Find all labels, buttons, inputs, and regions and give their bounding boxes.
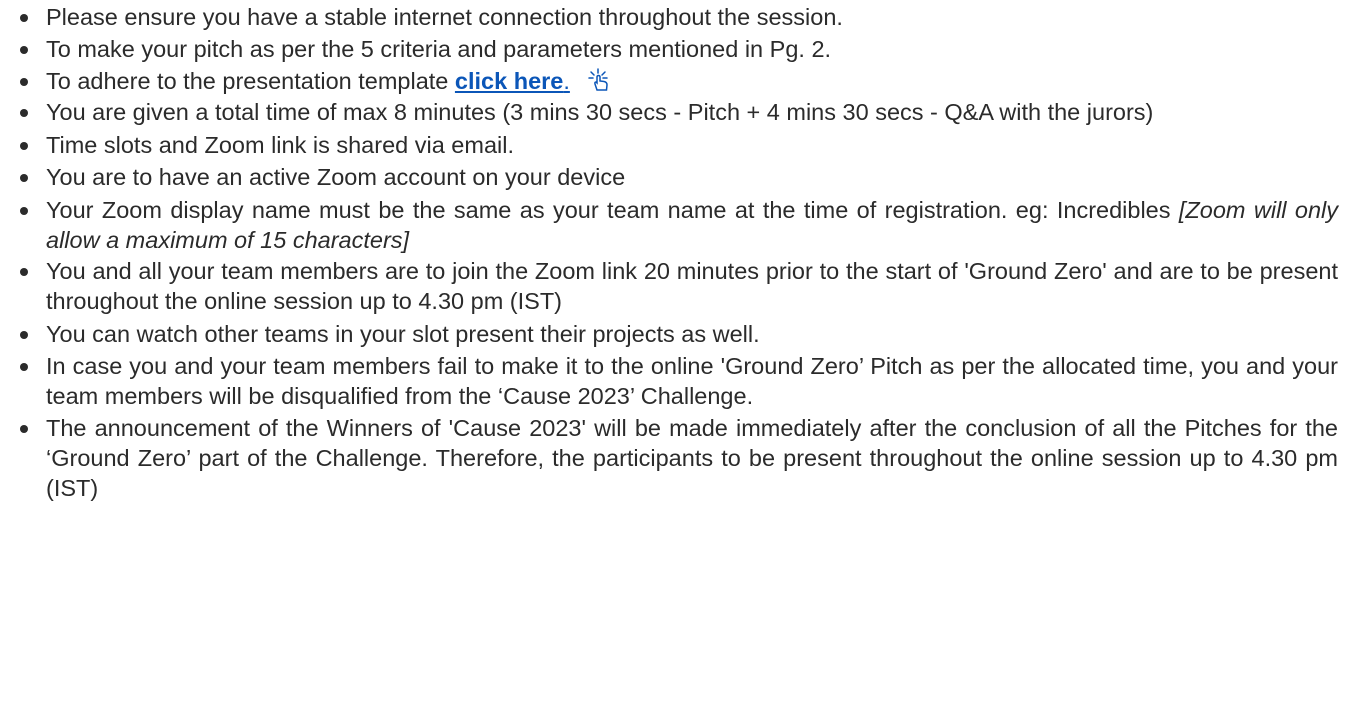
- instructions-list: Please ensure you have a stable internet…: [0, 0, 1364, 504]
- item-text: You can watch other teams in your slot p…: [46, 320, 760, 347]
- item-text: Please ensure you have a stable internet…: [46, 4, 843, 30]
- bullet: [20, 173, 28, 182]
- bullet: [20, 45, 28, 54]
- item-text: The announcement of the Winners of 'Caus…: [46, 415, 1338, 501]
- list-item: To adhere to the presentation template c…: [0, 67, 1364, 97]
- bullet: [20, 268, 28, 277]
- bullet: [20, 14, 28, 22]
- pointer-click-icon[interactable]: [586, 67, 614, 95]
- list-item: Please ensure you have a stable internet…: [0, 3, 1364, 33]
- list-item: You can watch other teams in your slot p…: [0, 320, 1364, 350]
- list-item: Time slots and Zoom link is shared via e…: [0, 131, 1364, 161]
- item-text: You are to have an active Zoom account o…: [46, 163, 626, 190]
- item-text: You and all your team members are to joi…: [46, 258, 1338, 315]
- bullet: [20, 142, 28, 151]
- item-text: You are given a total time of max 8 minu…: [46, 99, 1154, 126]
- template-link[interactable]: click here: [455, 68, 563, 94]
- item-text: In case you and your team members fail t…: [46, 352, 1338, 409]
- list-item: You are given a total time of max 8 minu…: [0, 98, 1364, 128]
- bullet: [20, 77, 28, 86]
- item-text: To adhere to the presentation template: [46, 67, 455, 94]
- item-text: Your Zoom display name must be the same …: [46, 196, 1179, 223]
- list-item: You and all your team members are to joi…: [0, 257, 1364, 317]
- bullet: [20, 330, 28, 339]
- link-period: .: [563, 67, 570, 94]
- list-item: To make your pitch as per the 5 criteria…: [0, 35, 1364, 65]
- bullet: [20, 109, 28, 118]
- list-item: Your Zoom display name must be the same …: [0, 196, 1364, 256]
- list-item: You are to have an active Zoom account o…: [0, 163, 1364, 193]
- item-text: Time slots and Zoom link is shared via e…: [46, 132, 514, 159]
- list-item: In case you and your team members fail t…: [0, 352, 1364, 412]
- bullet: [20, 206, 28, 215]
- bullet: [20, 362, 28, 371]
- bullet: [20, 425, 28, 434]
- item-text: To make your pitch as per the 5 criteria…: [46, 35, 832, 62]
- list-item: The announcement of the Winners of 'Caus…: [0, 414, 1364, 503]
